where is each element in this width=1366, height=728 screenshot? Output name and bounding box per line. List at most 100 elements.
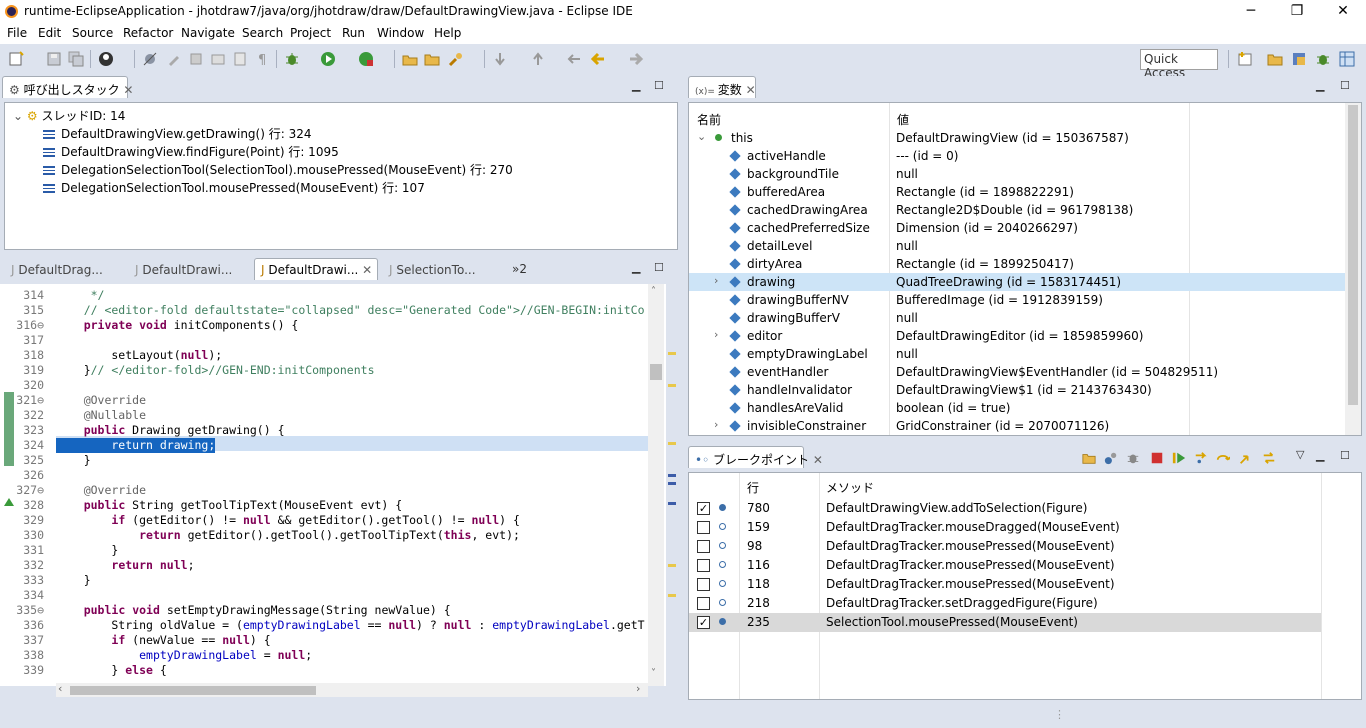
overview-marker[interactable]: [668, 564, 676, 567]
skip-breakpoints-icon[interactable]: [142, 51, 158, 67]
close-icon[interactable]: ✕: [120, 83, 133, 97]
code-editor[interactable]: 314 */ 315 // <editor-fold defaultstate=…: [0, 284, 666, 686]
resource-perspective-icon[interactable]: [1267, 51, 1283, 67]
chevron-down-icon[interactable]: ⌄: [13, 109, 27, 123]
variable-row[interactable]: drawingBufferV null: [689, 309, 1345, 327]
variable-row[interactable]: dirtyArea Rectangle (id = 1899250417): [689, 255, 1345, 273]
breakpoint-row[interactable]: 218 DefaultDragTracker.setDraggedFigure(F…: [689, 594, 1321, 613]
minimize-icon[interactable]: ▁: [632, 79, 640, 92]
menu-refactor[interactable]: Refactor: [123, 26, 173, 40]
terminate-icon[interactable]: [1150, 451, 1164, 465]
chevron-up-icon[interactable]: ˄: [651, 286, 656, 297]
scrollbar-thumb[interactable]: [70, 686, 316, 695]
close-button[interactable]: ✕: [1320, 0, 1366, 24]
overview-marker[interactable]: [668, 474, 676, 477]
stack-frame[interactable]: DelegationSelectionTool(SelectionTool).m…: [43, 161, 513, 179]
step-into-icon[interactable]: [1194, 451, 1208, 465]
debug-icon[interactable]: [284, 51, 300, 67]
vertical-scrollbar[interactable]: ˄ ˅: [648, 284, 664, 686]
resume-icon[interactable]: [1172, 451, 1186, 465]
variable-row[interactable]: cachedPreferredSize Dimension (id = 20402…: [689, 219, 1345, 237]
menu-help[interactable]: Help: [434, 26, 461, 40]
filter-icon[interactable]: [232, 51, 248, 67]
menu-run[interactable]: Run: [342, 26, 365, 40]
restore-button[interactable]: ❐: [1274, 0, 1320, 24]
prev-annotation-icon[interactable]: [530, 51, 546, 67]
tab-editor-1[interactable]: J DefaultDrag...: [4, 258, 122, 280]
breakpoint-checkbox[interactable]: [697, 597, 710, 610]
new-file-icon[interactable]: [8, 51, 24, 67]
variable-row[interactable]: drawingBufferNV BufferedImage (id = 19128…: [689, 291, 1345, 309]
variable-row[interactable]: cachedDrawingArea Rectangle2D$Double (id …: [689, 201, 1345, 219]
column-header-line[interactable]: 行: [747, 479, 759, 496]
variable-row[interactable]: handleInvalidator DefaultDrawingView$1 (i…: [689, 381, 1345, 399]
breakpoint-row[interactable]: 116 DefaultDragTracker.mousePressed(Mouse…: [689, 556, 1321, 575]
breakpoint-checkbox[interactable]: [697, 578, 710, 591]
variable-row[interactable]: › invisibleConstrainer GridConstrainer (id…: [689, 417, 1345, 435]
breakpoint-row[interactable]: ✓ 780 DefaultDrawingView.addToSelection(Fi…: [689, 499, 1321, 518]
vertical-scrollbar[interactable]: [1345, 103, 1361, 435]
java-perspective-icon[interactable]: [1291, 51, 1307, 67]
drop-frame-icon[interactable]: [210, 51, 226, 67]
menu-edit[interactable]: Edit: [38, 26, 61, 40]
breakpoint-checkbox[interactable]: ✓: [697, 502, 710, 515]
debug-icon[interactable]: [1126, 451, 1140, 465]
overview-marker[interactable]: [668, 482, 676, 485]
view-menu-icon[interactable]: ▽: [1296, 448, 1304, 461]
chevron-down-icon[interactable]: ˅: [651, 668, 656, 679]
column-header-method[interactable]: メソッド: [826, 479, 874, 496]
last-edit-icon[interactable]: [566, 51, 582, 67]
save-all-icon[interactable]: [68, 51, 84, 67]
stack-frame[interactable]: DelegationSelectionTool.mousePressed(Mou…: [43, 179, 425, 197]
tab-editor-2[interactable]: J DefaultDrawi...: [128, 258, 246, 280]
link-icon[interactable]: [1262, 451, 1276, 465]
profile-icon[interactable]: [98, 51, 114, 67]
scrollbar-thumb[interactable]: [1348, 105, 1358, 405]
variable-row[interactable]: activeHandle --- (id = 0): [689, 147, 1345, 165]
overview-marker[interactable]: [668, 442, 676, 445]
chevron-right-icon[interactable]: ›: [636, 682, 640, 695]
chevron-down-icon[interactable]: ⌄: [697, 130, 706, 143]
horizontal-scrollbar[interactable]: ‹ ›: [56, 682, 648, 697]
debug-perspective-icon[interactable]: [1315, 51, 1331, 67]
breakpoint-checkbox[interactable]: [697, 521, 710, 534]
forward-icon[interactable]: [628, 51, 644, 67]
menu-source[interactable]: Source: [72, 26, 113, 40]
breakpoint-checkbox[interactable]: [697, 559, 710, 572]
next-annotation-icon[interactable]: [492, 51, 508, 67]
minimize-icon[interactable]: ▁: [1316, 79, 1324, 92]
open-perspective-icon[interactable]: [1237, 51, 1253, 67]
chevron-left-icon[interactable]: ‹: [58, 682, 62, 695]
minimize-icon[interactable]: ▁: [632, 261, 640, 274]
variable-row[interactable]: › editor DefaultDrawingEditor (id = 185985…: [689, 327, 1345, 345]
open-type-icon[interactable]: [402, 51, 418, 67]
chevron-right-icon[interactable]: ›: [714, 418, 718, 431]
coverage-icon[interactable]: [358, 51, 374, 67]
stack-frame[interactable]: DefaultDrawingView.findFigure(Point) 行: …: [43, 143, 339, 161]
layout-perspective-icon[interactable]: [1339, 51, 1355, 67]
close-icon[interactable]: ✕: [809, 453, 823, 467]
variable-row[interactable]: backgroundTile null: [689, 165, 1345, 183]
variable-row[interactable]: detailLevel null: [689, 237, 1345, 255]
run-icon[interactable]: [320, 51, 336, 67]
minimize-button[interactable]: ─: [1228, 0, 1274, 24]
overview-marker[interactable]: [668, 502, 676, 505]
thread-node[interactable]: ⌄ ⚙ スレッドID: 14: [13, 107, 125, 125]
step-return-icon[interactable]: [1238, 451, 1252, 465]
tab-breakpoints[interactable]: •◦ ブレークポイント ✕: [688, 446, 823, 468]
variable-row[interactable]: ⌄ this DefaultDrawingView (id = 150367587): [689, 129, 1345, 147]
add-breakpoint-icon[interactable]: [1104, 451, 1118, 465]
scrollbar-thumb[interactable]: [650, 364, 662, 380]
maximize-icon[interactable]: ☐: [654, 261, 664, 274]
column-header-name[interactable]: 名前: [697, 111, 721, 128]
step-over-icon[interactable]: [1216, 451, 1230, 465]
menu-project[interactable]: Project: [290, 26, 331, 40]
close-icon[interactable]: ✕: [358, 263, 372, 277]
breakpoint-row[interactable]: 159 DefaultDragTracker.mouseDragged(Mouse…: [689, 518, 1321, 537]
variable-row[interactable]: eventHandler DefaultDrawingView$EventHand…: [689, 363, 1345, 381]
tab-overflow[interactable]: »2: [512, 262, 527, 276]
column-header-value[interactable]: 値: [897, 111, 909, 128]
menu-search[interactable]: Search: [242, 26, 283, 40]
variable-row[interactable]: emptyDrawingLabel null: [689, 345, 1345, 363]
chevron-right-icon[interactable]: ›: [714, 274, 718, 287]
